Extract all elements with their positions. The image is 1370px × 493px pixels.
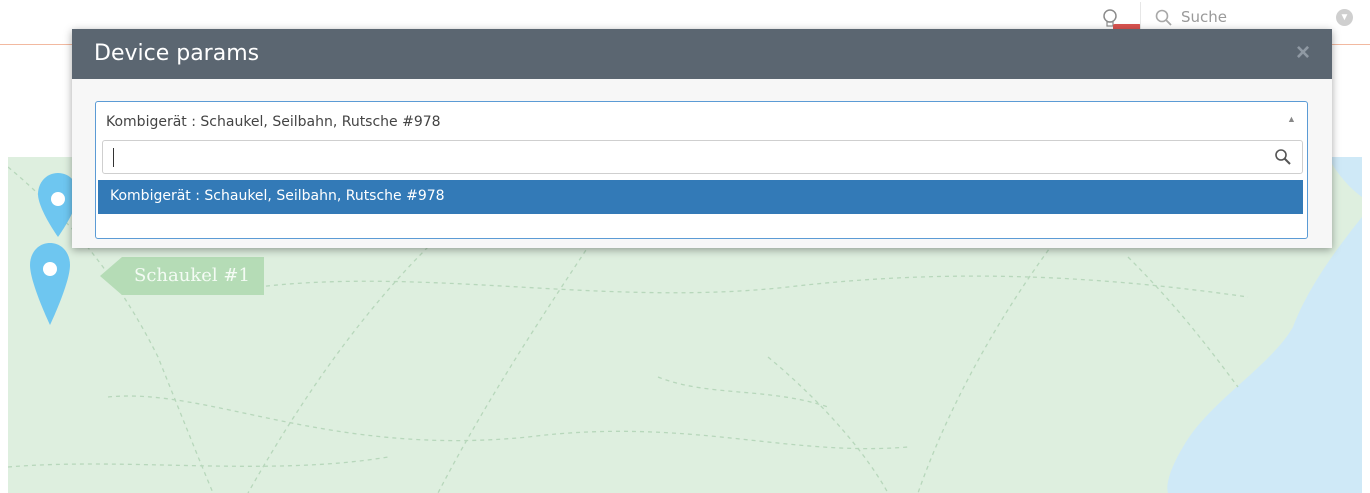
modal-body: Kombigerät : Schaukel, Seilbahn, Rutsche… xyxy=(72,79,1332,248)
select-option-highlighted[interactable]: Kombigerät : Schaukel, Seilbahn, Rutsche… xyxy=(98,180,1303,214)
search-icon xyxy=(1274,148,1292,166)
search-input[interactable]: Suche xyxy=(1181,8,1227,26)
map-marker-label[interactable]: Schaukel #1 xyxy=(100,257,264,295)
page: Suche ▼ Schaukel #1 Device params × Komb… xyxy=(0,0,1370,493)
text-cursor xyxy=(113,148,114,167)
device-select[interactable]: Kombigerät : Schaukel, Seilbahn, Rutsche… xyxy=(95,101,1308,239)
chevron-up-icon[interactable]: ▲ xyxy=(1287,114,1297,124)
modal-header: Device params × xyxy=(72,29,1332,79)
select-search-input[interactable] xyxy=(102,140,1303,174)
chevron-down-icon[interactable]: ▼ xyxy=(1336,9,1353,26)
marker-label-text: Schaukel #1 xyxy=(134,265,250,286)
close-icon[interactable]: × xyxy=(1292,40,1314,66)
select-current-value[interactable]: Kombigerät : Schaukel, Seilbahn, Rutsche… xyxy=(106,114,441,130)
search-icon xyxy=(1155,9,1173,27)
device-params-modal: Device params × Kombigerät : Schaukel, S… xyxy=(72,29,1332,248)
modal-title: Device params xyxy=(94,41,260,66)
option-label: Kombigerät : Schaukel, Seilbahn, Rutsche… xyxy=(110,188,445,204)
